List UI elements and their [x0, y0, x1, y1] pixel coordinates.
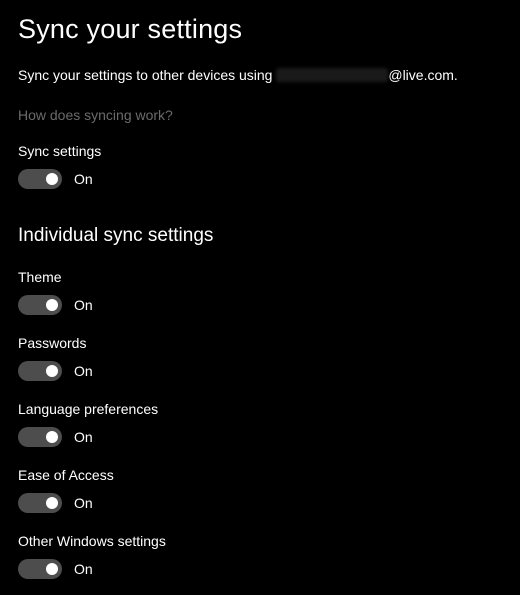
theme-label: Theme: [18, 269, 502, 285]
toggle-knob-icon: [46, 497, 58, 509]
toggle-knob-icon: [46, 173, 58, 185]
sync-description: Sync your settings to other devices usin…: [18, 67, 502, 83]
language-toggle-row: On: [18, 427, 502, 447]
language-group: Language preferences On: [18, 401, 502, 447]
theme-toggle-row: On: [18, 295, 502, 315]
page-title: Sync your settings: [18, 14, 502, 45]
theme-toggle[interactable]: [18, 295, 62, 315]
toggle-knob-icon: [46, 431, 58, 443]
other-windows-label: Other Windows settings: [18, 533, 502, 549]
other-windows-status: On: [74, 561, 93, 577]
toggle-knob-icon: [46, 563, 58, 575]
sync-settings-status: On: [74, 171, 93, 187]
passwords-group: Passwords On: [18, 335, 502, 381]
toggle-knob-icon: [46, 299, 58, 311]
other-windows-group: Other Windows settings On: [18, 533, 502, 579]
ease-of-access-status: On: [74, 495, 93, 511]
theme-status: On: [74, 297, 93, 313]
language-label: Language preferences: [18, 401, 502, 417]
toggle-knob-icon: [46, 365, 58, 377]
theme-group: Theme On: [18, 269, 502, 315]
ease-of-access-toggle-row: On: [18, 493, 502, 513]
passwords-status: On: [74, 363, 93, 379]
individual-sync-heading: Individual sync settings: [18, 225, 502, 247]
sync-settings-page: Sync your settings Sync your settings to…: [0, 0, 520, 579]
ease-of-access-label: Ease of Access: [18, 467, 502, 483]
other-windows-toggle-row: On: [18, 559, 502, 579]
other-windows-toggle[interactable]: [18, 559, 62, 579]
sync-settings-toggle[interactable]: [18, 169, 62, 189]
passwords-label: Passwords: [18, 335, 502, 351]
redacted-email: [276, 68, 388, 82]
ease-of-access-group: Ease of Access On: [18, 467, 502, 513]
desc-prefix: Sync your settings to other devices usin…: [18, 67, 276, 83]
sync-settings-group: Sync settings On: [18, 143, 502, 189]
passwords-toggle[interactable]: [18, 361, 62, 381]
desc-suffix: @live.com.: [388, 67, 457, 83]
sync-settings-toggle-row: On: [18, 169, 502, 189]
language-status: On: [74, 429, 93, 445]
ease-of-access-toggle[interactable]: [18, 493, 62, 513]
how-syncing-works-link[interactable]: How does syncing work?: [18, 107, 173, 123]
passwords-toggle-row: On: [18, 361, 502, 381]
sync-settings-label: Sync settings: [18, 143, 502, 159]
language-toggle[interactable]: [18, 427, 62, 447]
